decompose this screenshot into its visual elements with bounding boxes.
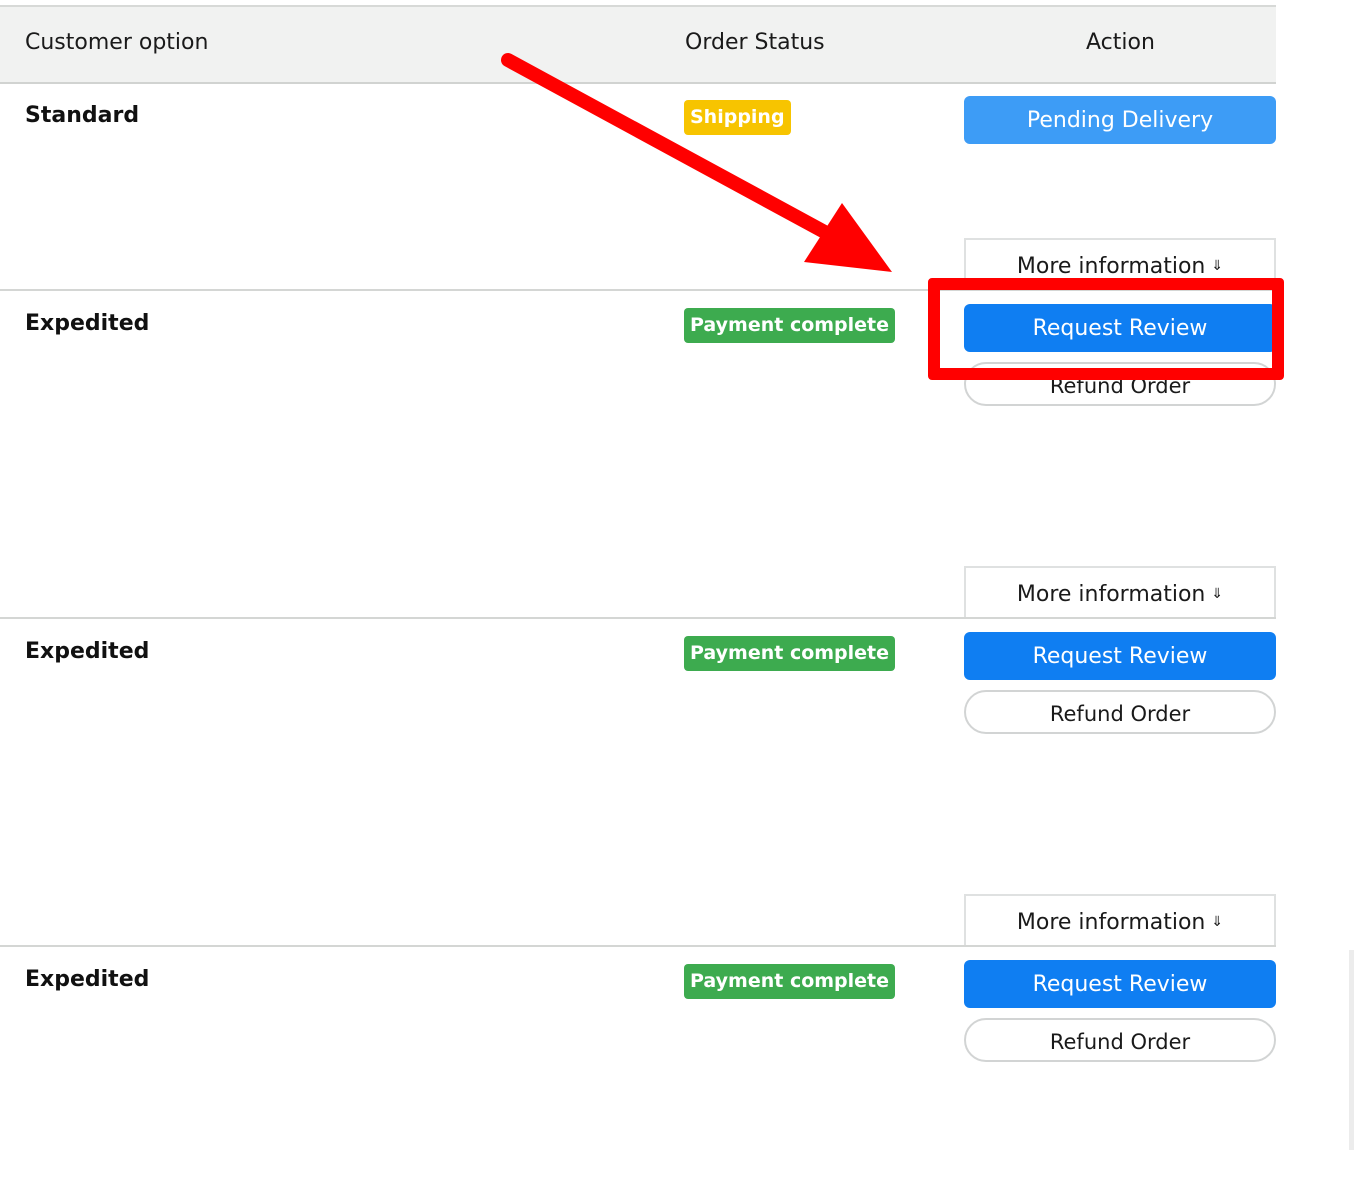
annotation-arrow-head — [804, 203, 892, 272]
annotation-arrow-icon — [501, 53, 892, 272]
annotation-arrow-shaft — [501, 53, 839, 243]
scrollbar-edge — [1349, 950, 1354, 1150]
